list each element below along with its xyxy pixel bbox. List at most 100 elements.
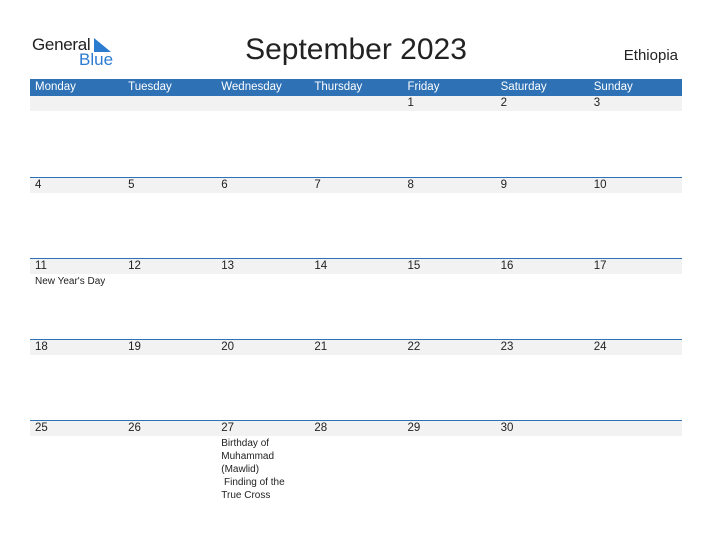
day-events <box>216 274 293 275</box>
day-cell[interactable]: 7 <box>309 177 403 194</box>
day-number: 29 <box>402 421 496 436</box>
day-cell[interactable]: 18 <box>30 339 124 356</box>
day-cell[interactable]: 11 New Year's Day <box>30 258 124 288</box>
day-events: Birthday of Muhammad (Mawlid) Finding of… <box>221 438 285 501</box>
day-cell[interactable]: 10 <box>588 177 682 194</box>
day-cell[interactable]: 29 <box>402 420 496 502</box>
page-title: September 2023 <box>245 33 467 66</box>
day-number: 26 <box>123 421 217 436</box>
weekday-monday: Monday <box>35 81 76 93</box>
day-cell[interactable] <box>30 96 124 112</box>
day-cell[interactable]: 14 <box>309 258 403 288</box>
day-cell[interactable]: 3 <box>588 96 682 112</box>
day-cell[interactable] <box>216 96 310 112</box>
day-cell[interactable]: 4 <box>30 177 124 194</box>
day-events <box>216 111 293 112</box>
week-row: 11 New Year's Day 12 13 14 15 16 17 <box>30 258 682 288</box>
day-events <box>309 111 386 112</box>
day-cell[interactable]: 30 <box>495 420 589 502</box>
weekday-sunday: Sunday <box>593 81 633 93</box>
day-cell[interactable]: 9 <box>495 177 589 194</box>
day-number: 20 <box>216 340 310 355</box>
day-cell[interactable]: 13 <box>216 258 310 288</box>
week-row: 18 19 20 21 22 23 24 <box>30 339 682 356</box>
day-cell[interactable]: 20 <box>216 339 310 356</box>
day-number: 22 <box>402 340 496 355</box>
day-events <box>309 274 386 275</box>
day-cell[interactable]: 5 <box>123 177 217 194</box>
day-cell[interactable]: 22 <box>402 339 496 356</box>
day-number: 17 <box>588 259 682 274</box>
day-number: 18 <box>30 340 124 355</box>
day-events: New Year's Day <box>35 276 106 287</box>
day-events <box>403 355 480 356</box>
day-events <box>403 436 480 437</box>
day-number: 21 <box>309 340 403 355</box>
day-number: 12 <box>123 259 217 274</box>
weekday-wednesday: Wednesday <box>221 81 282 93</box>
day-number: 5 <box>123 178 217 193</box>
day-cell[interactable]: 26 <box>123 420 217 502</box>
day-number: 16 <box>495 259 589 274</box>
day-cell[interactable]: 21 <box>309 339 403 356</box>
day-number: 7 <box>309 178 403 193</box>
day-events <box>589 193 666 194</box>
day-cell[interactable]: 8 <box>402 177 496 194</box>
day-cell[interactable]: 16 <box>495 258 589 288</box>
day-number: 11 <box>30 259 124 274</box>
day-cell[interactable]: 15 <box>402 258 496 288</box>
day-cell[interactable]: 24 <box>588 339 682 356</box>
weekday-tuesday: Tuesday <box>128 81 172 93</box>
day-number: 13 <box>216 259 310 274</box>
day-cell[interactable]: 25 <box>30 420 124 502</box>
day-cell[interactable]: 27 Birthday of Muhammad (Mawlid) Finding … <box>216 420 310 502</box>
weekday-header: Monday Tuesday Wednesday Thursday Friday… <box>30 79 682 96</box>
day-number <box>123 96 217 111</box>
day-events <box>30 436 107 437</box>
day-number: 6 <box>216 178 310 193</box>
day-events <box>403 111 480 112</box>
day-events <box>216 355 293 356</box>
day-number: 15 <box>402 259 496 274</box>
day-cell[interactable]: 2 <box>495 96 589 112</box>
day-cell[interactable]: 12 <box>123 258 217 288</box>
day-cell[interactable]: 6 <box>216 177 310 194</box>
weekday-friday: Friday <box>407 81 440 93</box>
day-number: 27 <box>216 421 310 436</box>
day-cell[interactable] <box>588 420 682 502</box>
day-events <box>496 274 573 275</box>
day-events <box>123 193 200 194</box>
week-row: 25 26 27 Birthday of Muhammad (Mawlid) Find… <box>30 420 682 502</box>
day-number <box>588 421 682 436</box>
day-events <box>496 111 573 112</box>
weekday-saturday: Saturday <box>500 81 547 93</box>
day-number: 4 <box>30 178 124 193</box>
day-events <box>496 436 573 437</box>
day-events <box>496 193 573 194</box>
day-number: 30 <box>495 421 589 436</box>
day-cell[interactable] <box>309 96 403 112</box>
day-number: 28 <box>309 421 403 436</box>
day-cell[interactable]: 19 <box>123 339 217 356</box>
day-number: 25 <box>30 421 124 436</box>
day-cell[interactable]: 23 <box>495 339 589 356</box>
day-events <box>496 355 573 356</box>
day-events <box>589 111 666 112</box>
day-events <box>123 274 200 275</box>
day-number: 9 <box>495 178 589 193</box>
day-cell[interactable]: 1 <box>402 96 496 112</box>
day-events <box>123 436 200 437</box>
day-number <box>30 96 124 111</box>
day-events <box>309 193 386 194</box>
day-number: 24 <box>588 340 682 355</box>
day-cell[interactable]: 17 <box>588 258 682 288</box>
day-cell[interactable]: 28 <box>309 420 403 502</box>
day-events <box>589 355 666 356</box>
day-cell[interactable] <box>123 96 217 112</box>
day-events <box>589 274 666 275</box>
day-events <box>309 436 386 437</box>
day-number: 19 <box>123 340 217 355</box>
week-row: 123 <box>30 96 682 112</box>
day-number: 3 <box>588 96 682 111</box>
day-number: 10 <box>588 178 682 193</box>
